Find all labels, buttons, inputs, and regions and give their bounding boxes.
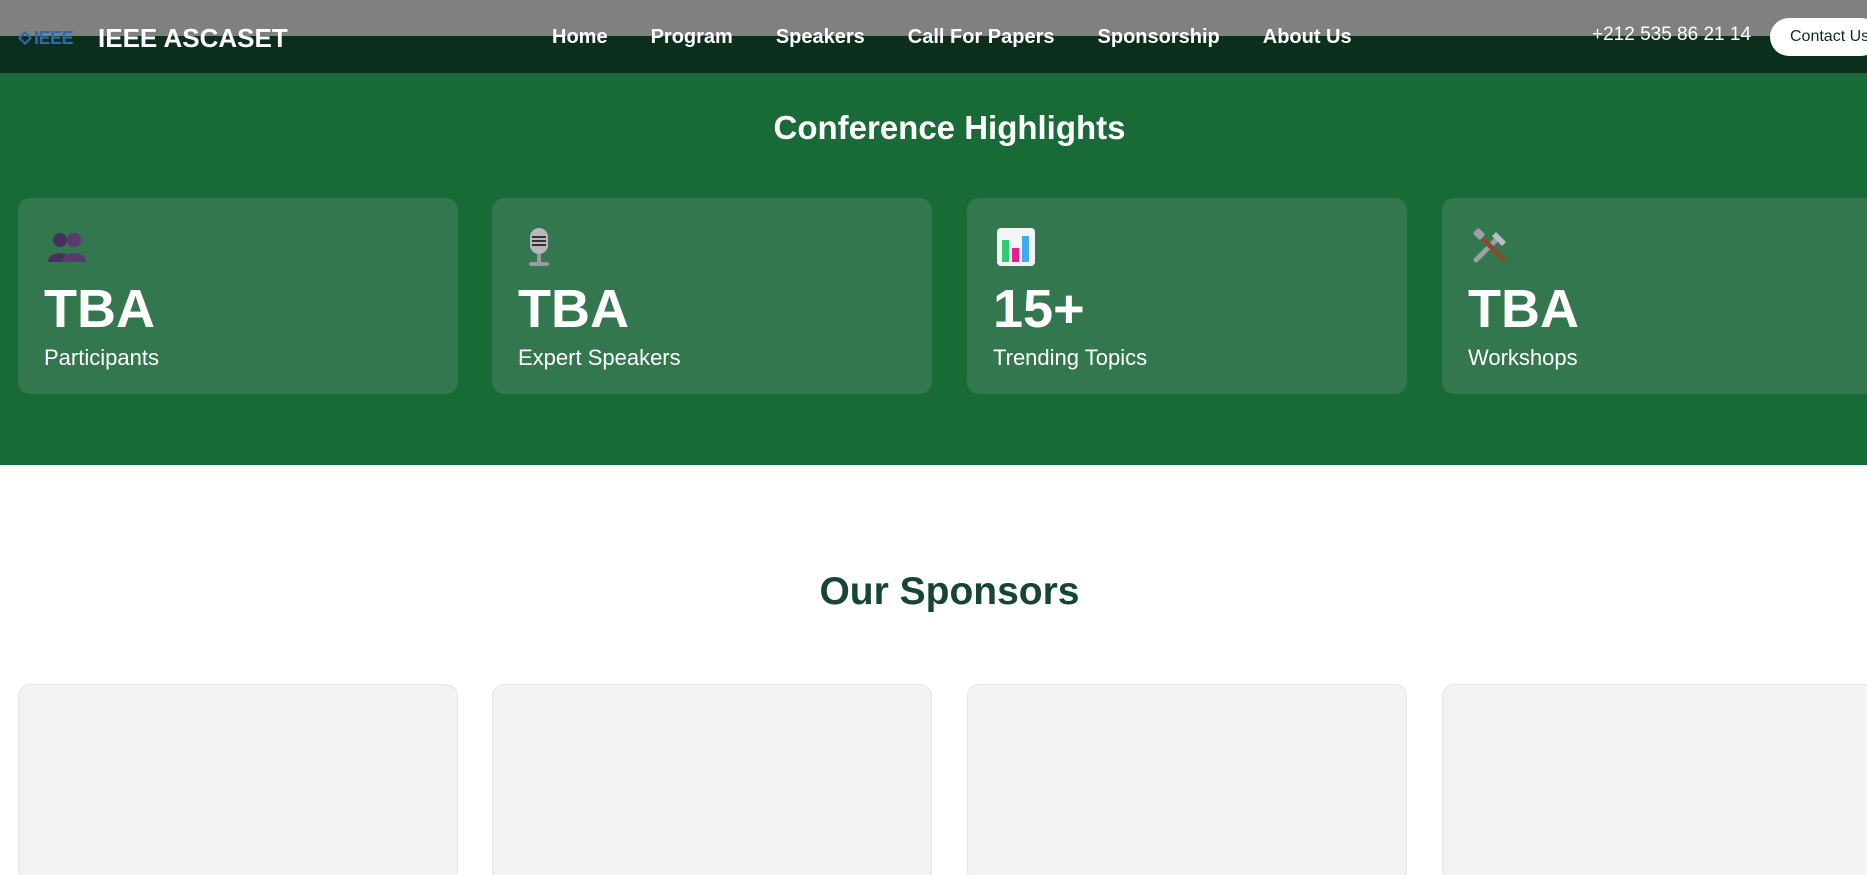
stat-label: Expert Speakers: [518, 345, 681, 370]
stat-value: TBA: [518, 279, 629, 339]
stat-label: Trending Topics: [993, 345, 1148, 370]
brand-name: IEEE ASCASET: [98, 22, 288, 53]
site-header: IEEE IEEE ASCASET Home Program Speakers …: [0, 0, 1867, 73]
tools-icon: [1473, 228, 1507, 263]
highlights-section: Conference Highlights TBA Participants T…: [0, 73, 1867, 465]
stat-value: 15+: [993, 279, 1085, 339]
brand[interactable]: IEEE IEEE ASCASET: [17, 20, 288, 56]
nav-item-about-us[interactable]: About Us: [1263, 26, 1352, 49]
ieee-logo-text: IEEE: [34, 27, 74, 48]
ieee-logo: IEEE: [17, 27, 78, 49]
stat-card-workshops: TBA Workshops: [1442, 198, 1867, 394]
stat-card-participants: TBA Participants: [18, 198, 458, 394]
nav-item-program[interactable]: Program: [651, 26, 733, 49]
sponsor-card[interactable]: [1442, 684, 1867, 875]
main-nav: Home Program Speakers Call For Papers Sp…: [552, 22, 1352, 52]
nav-item-home[interactable]: Home: [552, 26, 608, 49]
sponsor-card[interactable]: [967, 684, 1407, 875]
stat-card-speakers: TBA Expert Speakers: [492, 198, 932, 394]
stat-card-topics: 15+ Trending Topics: [967, 198, 1407, 394]
nav-item-sponsorship[interactable]: Sponsorship: [1098, 26, 1220, 49]
bar-chart-icon: [997, 228, 1035, 266]
stat-value: TBA: [44, 279, 155, 339]
ieee-diamond-icon: [17, 30, 33, 46]
microphone-icon: [529, 228, 549, 266]
stat-value: TBA: [1468, 279, 1579, 339]
participants-icon: [48, 233, 86, 262]
nav-item-call-for-papers[interactable]: Call For Papers: [908, 26, 1055, 49]
stat-label: Participants: [44, 345, 159, 370]
stat-label: Workshops: [1468, 345, 1578, 370]
sponsor-card[interactable]: [492, 684, 932, 875]
sponsors-title: Our Sponsors: [819, 570, 1080, 613]
sponsor-card[interactable]: [18, 684, 458, 875]
contact-us-button[interactable]: Contact Us: [1770, 18, 1867, 56]
nav-item-speakers[interactable]: Speakers: [776, 26, 865, 49]
highlights-title: Conference Highlights: [773, 109, 1126, 146]
phone-number[interactable]: +212 535 86 21 14: [1592, 24, 1751, 46]
